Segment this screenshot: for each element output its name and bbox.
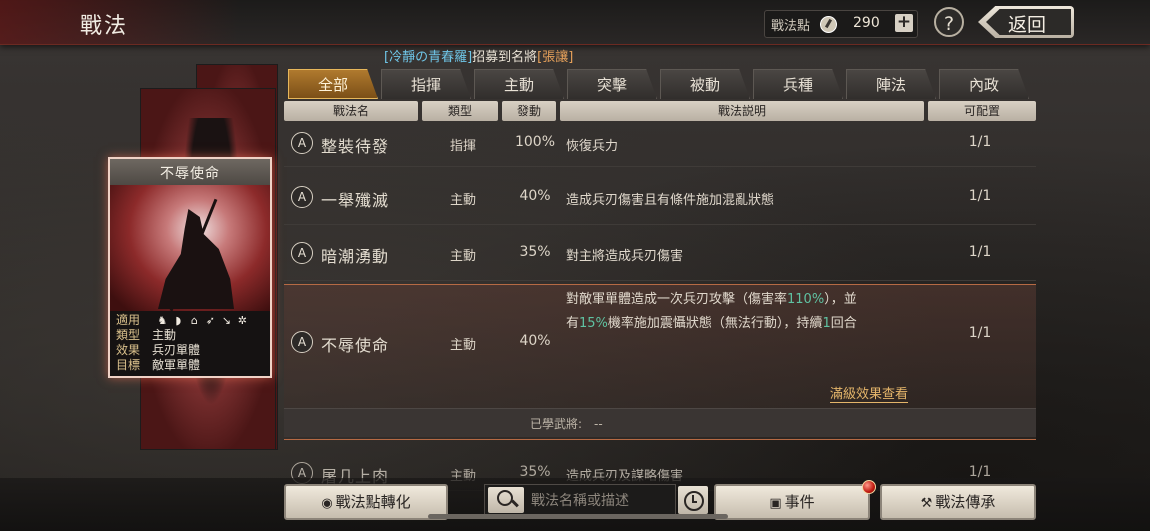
troop-type-icons: ♞ ◗ ⌂ ➶ ↘ ✲ bbox=[156, 313, 252, 328]
tab-internal[interactable]: 內政 bbox=[939, 69, 1029, 99]
tactic-desc: 恢復兵力 bbox=[566, 139, 619, 154]
grade-badge: A bbox=[291, 331, 313, 353]
tactic-desc: 對主將造成兵刃傷害 bbox=[566, 249, 684, 264]
tactic-alloc: 1/1 bbox=[968, 188, 992, 204]
tactic-rate: 100% bbox=[514, 134, 556, 150]
card-target-row: 目標 敵軍單體 bbox=[116, 358, 201, 372]
card-info: 適用 ♞ ◗ ⌂ ➶ ↘ ✲ 類型 主動 效果 兵刃單體 目標 敵軍單體 bbox=[110, 311, 270, 376]
tactic-type: 指揮 bbox=[449, 139, 476, 154]
chariot-icon: ✲ bbox=[237, 314, 247, 327]
card-art bbox=[110, 185, 270, 312]
tactic-points-value: 290 bbox=[853, 15, 880, 31]
tactic-desc-line-1: 對敵軍單體造成一次兵刃攻擊（傷害率110%），並 bbox=[566, 292, 857, 307]
recruit-notice: [冷靜の青春羅]招募到名將[張讓] bbox=[384, 46, 573, 65]
convert-points-button[interactable]: ◉ 戰法點轉化 bbox=[284, 484, 448, 520]
notice-text: 招募到名將 bbox=[472, 50, 538, 65]
search-icon[interactable] bbox=[488, 487, 524, 513]
grade-badge: A bbox=[291, 242, 313, 264]
tab-command[interactable]: 指揮 bbox=[381, 69, 471, 99]
tactic-points-label: 戰法點 bbox=[771, 19, 811, 34]
tab-passive[interactable]: 被動 bbox=[660, 69, 750, 99]
grade-badge: A bbox=[291, 186, 313, 208]
card-type-row: 類型 主動 bbox=[116, 328, 177, 342]
notification-dot-icon bbox=[862, 480, 876, 494]
tactic-name: 暗潮湧動 bbox=[321, 247, 390, 266]
tactic-name: 一舉殲滅 bbox=[321, 191, 390, 210]
card-title: 不辱使命 bbox=[160, 166, 220, 182]
tactic-rate: 40% bbox=[519, 333, 551, 349]
max-level-effect-link[interactable]: 滿級效果查看 bbox=[830, 383, 909, 403]
pike-icon: ⌂ bbox=[190, 314, 198, 327]
back-label: 返回 bbox=[1008, 14, 1047, 36]
notice-general: [張讓] bbox=[537, 50, 574, 65]
selected-tactic-card[interactable]: 不辱使命 適用 ♞ ◗ ⌂ ➶ ↘ ✲ 類型 主動 效果 兵刃單體 目標 敵軍單體 bbox=[108, 157, 272, 378]
tactic-alloc: 1/1 bbox=[968, 325, 992, 341]
history-clock-button[interactable] bbox=[678, 486, 708, 514]
tactic-row[interactable]: A 暗潮湧動 主動 35% 對主將造成兵刃傷害 1/1 bbox=[284, 226, 1036, 281]
card-apply-row: 適用 ♞ ◗ ⌂ ➶ ↘ ✲ bbox=[116, 313, 252, 328]
back-button[interactable]: 返回 bbox=[978, 6, 1074, 38]
add-points-button[interactable]: + bbox=[895, 14, 913, 32]
tab-troop[interactable]: 兵種 bbox=[753, 69, 843, 99]
grade-badge: A bbox=[291, 132, 313, 154]
tab-all[interactable]: 全部 bbox=[288, 69, 378, 99]
tab-active[interactable]: 主動 bbox=[474, 69, 564, 99]
tactic-desc: 造成兵刃傷害且有條件施加混亂狀態 bbox=[566, 193, 775, 208]
top-bar: 戰法 戰法點 290 + ? 返回 bbox=[0, 0, 1150, 45]
learned-generals-bar: 已學武將: -- bbox=[284, 408, 1036, 437]
shield-icon: ◗ bbox=[175, 314, 182, 327]
search-input[interactable] bbox=[529, 488, 673, 514]
column-header-alloc[interactable]: 可配置 bbox=[928, 101, 1036, 121]
page-title: 戰法 bbox=[80, 14, 129, 39]
tactic-type: 主動 bbox=[449, 338, 476, 353]
search-box bbox=[484, 484, 676, 516]
notice-player: [冷靜の青春羅] bbox=[384, 50, 473, 65]
tactic-point-coin-icon bbox=[820, 16, 837, 33]
learned-generals-text: 已學武將: -- bbox=[530, 417, 603, 431]
scroll-icon: ▣ bbox=[769, 496, 782, 511]
tactic-inherit-button[interactable]: ⚒ 戰法傳承 bbox=[880, 484, 1036, 520]
column-header-type[interactable]: 類型 bbox=[422, 101, 498, 121]
coin-icon: ◉ bbox=[321, 496, 333, 511]
spear-icon: ↘ bbox=[221, 314, 231, 327]
cavalry-icon: ♞ bbox=[157, 314, 168, 327]
tab-assault[interactable]: 突擊 bbox=[567, 69, 657, 99]
help-button[interactable]: ? bbox=[934, 7, 964, 37]
tactic-type: 主動 bbox=[449, 193, 476, 208]
tactic-row[interactable]: A 一舉殲滅 主動 40% 造成兵刃傷害且有條件施加混亂狀態 1/1 bbox=[284, 170, 1036, 225]
tactic-alloc: 1/1 bbox=[968, 134, 992, 150]
tactic-desc-line-2: 有15%機率施加震懾狀態（無法行動），持續1回合 bbox=[566, 316, 857, 331]
tactic-desc: 對敵軍單體造成一次兵刃攻擊（傷害率110%），並 有15%機率施加震懾狀態（無法… bbox=[566, 288, 857, 336]
tactic-alloc: 1/1 bbox=[968, 244, 992, 260]
rider-silhouette bbox=[158, 209, 234, 309]
tab-formation[interactable]: 陣法 bbox=[846, 69, 936, 99]
tactic-rate: 40% bbox=[519, 188, 551, 204]
events-button[interactable]: ▣ 事件 bbox=[714, 484, 870, 520]
card-effect-row: 效果 兵刃單體 bbox=[116, 343, 201, 357]
tactic-name: 不辱使命 bbox=[321, 336, 390, 355]
tactic-row-selected[interactable]: A 不辱使命 主動 40% 對敵軍單體造成一次兵刃攻擊（傷害率110%），並 有… bbox=[284, 284, 1036, 440]
tactic-rate: 35% bbox=[519, 244, 551, 260]
column-header-desc: 戰法説明 bbox=[560, 101, 924, 121]
tactic-type: 主動 bbox=[449, 249, 476, 264]
tactic-row[interactable]: A 整裝待發 指揮 100% 恢復兵力 1/1 bbox=[284, 122, 1036, 167]
scroll-handle[interactable] bbox=[428, 514, 728, 519]
hammer-icon: ⚒ bbox=[920, 496, 933, 511]
tactic-name: 整裝待發 bbox=[321, 137, 390, 156]
tactic-points-display: 戰法點 290 + bbox=[764, 10, 918, 38]
column-header-rate[interactable]: 發動 bbox=[502, 101, 556, 121]
column-header-name[interactable]: 戰法名 bbox=[284, 101, 418, 121]
bow-icon: ➶ bbox=[205, 314, 215, 327]
